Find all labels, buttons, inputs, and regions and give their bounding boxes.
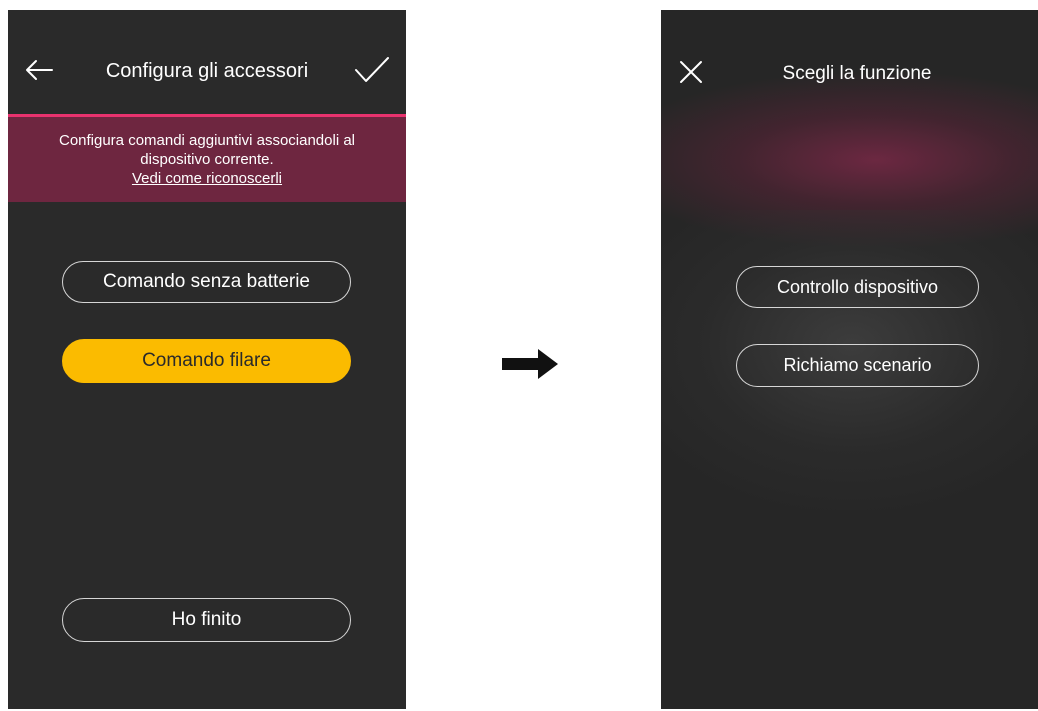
button-label: Comando senza batterie [102, 271, 310, 292]
accessories-config-screen: Configura gli accessori Configura comand… [8, 10, 406, 709]
top-bar: Configura gli accessori [8, 10, 406, 114]
device-control-button[interactable]: Controllo dispositivo [736, 266, 979, 308]
scenario-recall-button[interactable]: Richiamo scenario [736, 344, 979, 387]
battery-free-command-button[interactable]: Comando senza batterie [62, 261, 351, 303]
button-label: Richiamo scenario [783, 355, 932, 375]
info-banner: Configura comandi aggiuntivi associandol… [8, 117, 406, 202]
checkmark-icon[interactable] [354, 56, 390, 84]
button-label: Controllo dispositivo [776, 276, 939, 297]
banner-text-line1: Configura comandi aggiuntivi associandol… [58, 132, 355, 149]
help-link[interactable]: Vedi come riconoscerli [132, 169, 282, 188]
page-title: Scegli la funzione [782, 63, 932, 84]
button-label: Ho finito [171, 609, 242, 630]
page-title: Configura gli accessori [105, 60, 309, 82]
wired-command-button[interactable]: Comando filare [62, 339, 351, 383]
done-button[interactable]: Ho finito [62, 598, 351, 642]
button-label: Comando filare [142, 350, 271, 371]
banner-text-line2: dispositivo corrente. [140, 151, 274, 168]
function-choice-screen: Scegli la funzione Controllo dispositivo… [661, 10, 1038, 709]
arrow-right-icon [502, 349, 558, 379]
